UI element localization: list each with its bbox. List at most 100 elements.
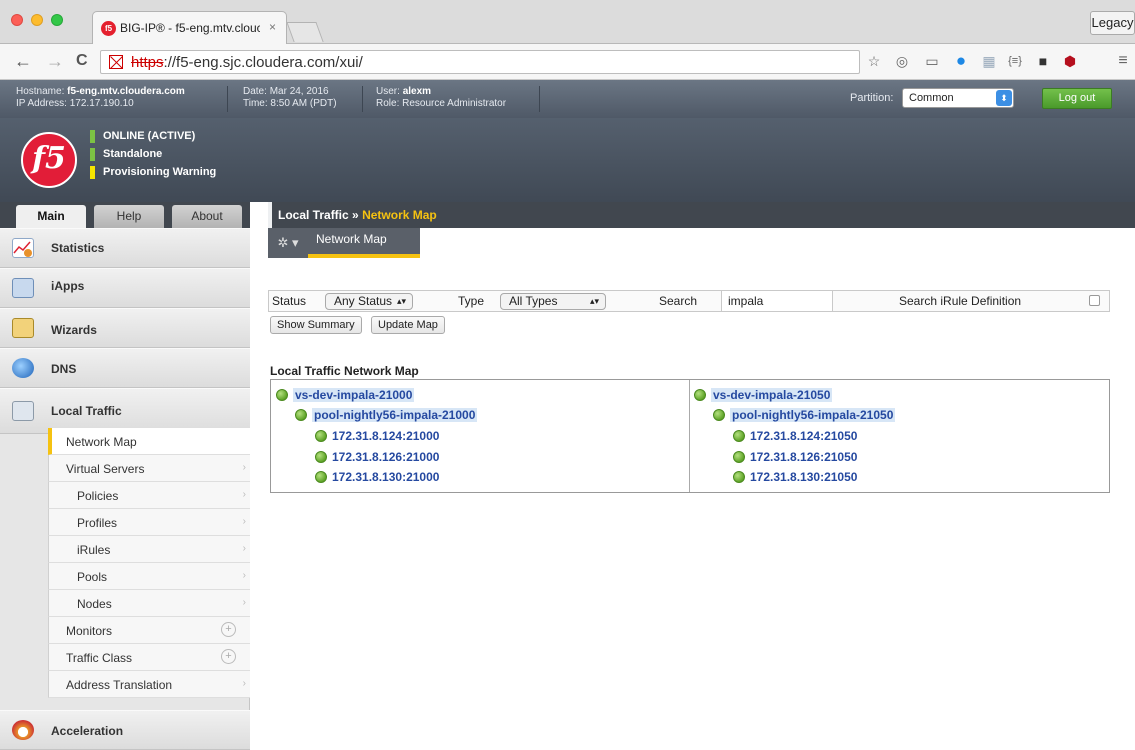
statistics-icon bbox=[12, 238, 34, 258]
sidebar-section-label: Acceleration bbox=[51, 724, 124, 738]
sidebar-item-label: Pools bbox=[77, 570, 108, 584]
breadcrumb-text: Local Traffic » Network Map bbox=[278, 208, 437, 222]
pool-member-node[interactable]: 172.31.8.126:21000 bbox=[315, 449, 439, 466]
insecure-lock-icon[interactable] bbox=[109, 55, 123, 69]
virtual-server-node[interactable]: vs-dev-impala-21050 bbox=[694, 387, 833, 404]
pool-member-node[interactable]: 172.31.8.124:21000 bbox=[315, 428, 439, 445]
search-input[interactable]: impala bbox=[721, 291, 833, 311]
sidebar-section-dns[interactable]: DNS bbox=[0, 348, 250, 388]
sidebar-item-virtual-servers[interactable]: Virtual Servers › bbox=[48, 455, 250, 482]
sidebar-item-address-translation[interactable]: Address Translation › bbox=[48, 671, 250, 698]
status-green-icon bbox=[315, 430, 327, 442]
sidebar-item-label: Nodes bbox=[77, 597, 112, 611]
partition-value: Common bbox=[909, 92, 954, 104]
braces-icon[interactable]: {≡} bbox=[1007, 53, 1023, 69]
globe-icon bbox=[12, 358, 34, 378]
chevron-right-icon: › bbox=[242, 516, 246, 527]
cast-icon[interactable]: ▭ bbox=[924, 53, 940, 69]
gear-icon[interactable]: ✲ ▾ bbox=[268, 228, 308, 258]
type-filter-select[interactable]: All Types ▴▾ bbox=[500, 293, 606, 310]
forward-arrow-icon[interactable]: → bbox=[46, 52, 64, 70]
sidebar-section-acceleration[interactable]: Acceleration bbox=[0, 710, 250, 750]
chevron-updown-icon: ▴▾ bbox=[396, 296, 406, 306]
network-map: vs-dev-impala-21000 pool-nightly56-impal… bbox=[270, 379, 1110, 493]
user-label: User: bbox=[376, 86, 400, 97]
sidebar-section-wizards[interactable]: Wizards bbox=[0, 308, 250, 348]
status-green-icon bbox=[315, 471, 327, 483]
sidebar-section-statistics[interactable]: Statistics bbox=[0, 228, 250, 268]
pool-member-node[interactable]: 172.31.8.130:21000 bbox=[315, 469, 439, 486]
wizards-icon bbox=[12, 318, 34, 338]
sidebar-item-nodes[interactable]: Nodes › bbox=[48, 590, 250, 617]
status-filter-select[interactable]: Any Status ▴▾ bbox=[325, 293, 413, 310]
pool-member-node[interactable]: 172.31.8.124:21050 bbox=[733, 428, 857, 445]
grid-icon[interactable]: ▦ bbox=[981, 53, 997, 69]
sidebar-item-network-map[interactable]: Network Map bbox=[48, 428, 250, 455]
sidebar-item-monitors[interactable]: Monitors + bbox=[48, 617, 250, 644]
sidebar-item-traffic-class[interactable]: Traffic Class + bbox=[48, 644, 250, 671]
add-icon[interactable]: + bbox=[221, 622, 236, 637]
virtual-server-name: vs-dev-impala-21050 bbox=[711, 388, 833, 402]
status-provisioning-warning[interactable]: Provisioning Warning bbox=[90, 166, 216, 179]
sidebar-section-iapps[interactable]: iApps bbox=[0, 268, 250, 308]
legacy-profile-button[interactable]: Legacy bbox=[1090, 11, 1135, 35]
pool-member-node[interactable]: 172.31.8.126:21050 bbox=[733, 449, 857, 466]
user-info: User: alexm Role: Resource Administrator bbox=[376, 86, 540, 112]
search-irule-label: Search iRule Definition bbox=[899, 294, 1022, 308]
sidebar-item-pools[interactable]: Pools › bbox=[48, 563, 250, 590]
address-bar[interactable]: https://f5-eng.sjc.cloudera.com/xui/ bbox=[100, 50, 860, 74]
new-tab-button[interactable] bbox=[286, 22, 324, 42]
status-filter-value: Any Status bbox=[334, 294, 393, 308]
date-label: Date: bbox=[243, 86, 267, 97]
circle-icon[interactable]: ● bbox=[953, 52, 969, 69]
update-map-button[interactable]: Update Map bbox=[371, 316, 445, 334]
url-text: https://f5-eng.sjc.cloudera.com/xui/ bbox=[131, 54, 363, 71]
tab-main[interactable]: Main bbox=[16, 205, 86, 228]
breadcrumb: Local Traffic » Network Map bbox=[268, 202, 1135, 228]
network-map-title: Local Traffic Network Map bbox=[270, 364, 419, 378]
menu-icon[interactable]: ≡ bbox=[1115, 53, 1131, 69]
time-value: 8:50 AM (PDT) bbox=[270, 98, 337, 109]
sync-icon[interactable]: ◎ bbox=[894, 53, 910, 69]
zoom-window-button[interactable] bbox=[51, 14, 63, 26]
date-value: Mar 24, 2016 bbox=[269, 86, 329, 97]
status-green-icon bbox=[733, 471, 745, 483]
back-arrow-icon[interactable]: ← bbox=[14, 52, 32, 70]
sidebar-section-label: Statistics bbox=[51, 241, 105, 255]
sidebar-section-label: iApps bbox=[51, 279, 85, 293]
show-summary-button[interactable]: Show Summary bbox=[270, 316, 362, 334]
logout-button[interactable]: Log out bbox=[1042, 88, 1112, 109]
breadcrumb-parent[interactable]: Local Traffic bbox=[278, 208, 349, 222]
tab-network-map[interactable]: Network Map bbox=[308, 228, 420, 258]
sidebar-item-profiles[interactable]: Profiles › bbox=[48, 509, 250, 536]
sidebar-item-policies[interactable]: Policies › bbox=[48, 482, 250, 509]
browser-tab[interactable]: f5 BIG-IP® - f5-eng.mtv.clouc × bbox=[92, 11, 287, 45]
reload-icon[interactable]: C bbox=[76, 52, 88, 70]
search-irule-checkbox[interactable] bbox=[1089, 295, 1100, 306]
tab-help[interactable]: Help bbox=[94, 205, 164, 228]
minimize-window-button[interactable] bbox=[31, 14, 43, 26]
role-value: Resource Administrator bbox=[402, 98, 507, 109]
close-window-button[interactable] bbox=[11, 14, 23, 26]
add-icon[interactable]: + bbox=[221, 649, 236, 664]
url-scheme: https bbox=[131, 54, 164, 71]
chevron-updown-icon: ⬍ bbox=[996, 90, 1012, 106]
status-banner: f5 ONLINE (ACTIVE) Standalone Provisioni… bbox=[0, 118, 1135, 202]
sidebar-item-label: Policies bbox=[77, 489, 119, 503]
virtual-server-node[interactable]: vs-dev-impala-21000 bbox=[276, 387, 415, 404]
chevron-right-icon: › bbox=[242, 678, 246, 689]
ublock-icon[interactable]: ⬢ bbox=[1062, 53, 1078, 69]
sidebar-item-label: Monitors bbox=[66, 624, 113, 638]
star-icon[interactable]: ☆ bbox=[866, 53, 882, 69]
status-green-icon bbox=[276, 389, 288, 401]
pool-node[interactable]: pool-nightly56-impala-21050 bbox=[713, 407, 896, 424]
pool-member-address: 172.31.8.124:21050 bbox=[750, 429, 858, 443]
square-icon[interactable]: ■ bbox=[1035, 53, 1051, 69]
sidebar-item-irules[interactable]: iRules › bbox=[48, 536, 250, 563]
pool-node[interactable]: pool-nightly56-impala-21000 bbox=[295, 407, 478, 424]
tab-close-icon[interactable]: × bbox=[269, 20, 276, 34]
pool-member-node[interactable]: 172.31.8.130:21050 bbox=[733, 469, 857, 486]
partition-select[interactable]: Common ⬍ bbox=[902, 88, 1014, 108]
tab-about[interactable]: About bbox=[172, 205, 242, 228]
ip-label: IP Address: bbox=[16, 98, 67, 109]
